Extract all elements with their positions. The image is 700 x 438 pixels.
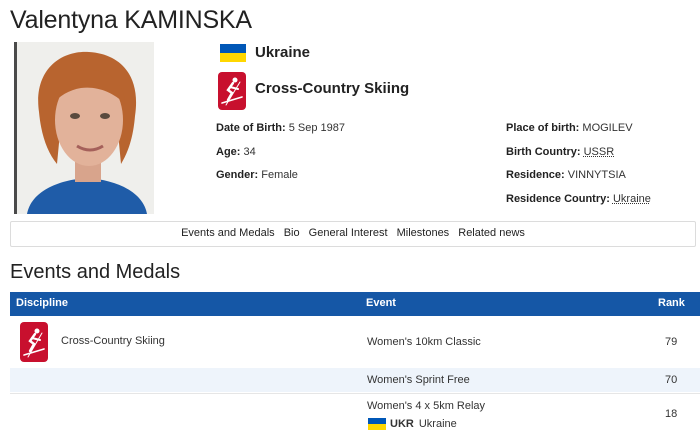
ukraine-flag-icon [220, 44, 246, 62]
birth-country-field: Birth Country: USSR [506, 146, 614, 158]
event-name[interactable]: Women's 4 x 5km Relay [367, 400, 485, 412]
cross-country-skiing-icon [20, 322, 48, 362]
event-rank: 79 [665, 336, 678, 348]
place-of-birth-field: Place of birth: MOGILEV [506, 122, 633, 134]
residence-country-label: Residence Country: [506, 193, 610, 205]
residence-field: Residence: VINNYTSIA [506, 169, 626, 181]
dob-label: Date of Birth: [216, 122, 286, 134]
profile-subnav: Events and Medals Bio General Interest M… [10, 221, 696, 247]
event-rank: 70 [665, 374, 678, 386]
team-code: UKR [390, 418, 414, 430]
gender-field: Gender: Female [216, 169, 298, 181]
dob-value: 5 Sep 1987 [288, 122, 346, 134]
age-value: 34 [243, 146, 256, 158]
column-discipline: Discipline [16, 297, 68, 309]
age-label: Age: [216, 146, 241, 158]
pob-label: Place of birth: [506, 122, 580, 134]
pob-value: MOGILEV [582, 122, 633, 134]
events-table-header: Discipline Event Rank [10, 292, 700, 316]
athlete-photo [14, 42, 154, 214]
residence-label: Residence: [506, 169, 565, 181]
event-name[interactable]: Women's Sprint Free [367, 374, 470, 386]
country-name: Ukraine [255, 44, 311, 61]
age-field: Age: 34 [216, 146, 256, 158]
nav-bio[interactable]: Bio [284, 227, 300, 239]
athlete-name: Valentyna KAMINSKA [10, 6, 252, 34]
birth-country-link[interactable]: USSR [584, 146, 615, 158]
table-row: Women's 4 x 5km Relay UKR Ukraine 18 [10, 393, 700, 438]
relay-team: UKR Ukraine [368, 418, 457, 430]
nav-events-and-medals[interactable]: Events and Medals [181, 227, 275, 239]
sport-name: Cross-Country Skiing [255, 80, 410, 97]
cross-country-skiing-icon [218, 72, 246, 110]
residence-country-link[interactable]: Ukraine [613, 193, 651, 205]
column-event: Event [366, 297, 396, 309]
ukraine-flag-icon [368, 418, 386, 430]
discipline-name[interactable]: Cross-Country Skiing [61, 335, 165, 347]
table-row: Women's Sprint Free 70 [10, 368, 700, 392]
nav-related-news[interactable]: Related news [458, 227, 525, 239]
event-name[interactable]: Women's 10km Classic [367, 336, 481, 348]
nav-general-interest[interactable]: General Interest [309, 227, 388, 239]
dob-field: Date of Birth: 5 Sep 1987 [216, 122, 345, 134]
column-rank: Rank [658, 297, 685, 309]
residence-value: VINNYTSIA [567, 169, 626, 181]
team-name: Ukraine [418, 418, 457, 430]
residence-country-field: Residence Country: Ukraine [506, 193, 651, 205]
gender-value: Female [261, 169, 298, 181]
gender-label: Gender: [216, 169, 259, 181]
birth-country-label: Birth Country: [506, 146, 581, 158]
event-rank: 18 [665, 408, 678, 420]
section-title: Events and Medals [10, 261, 181, 283]
nav-milestones[interactable]: Milestones [397, 227, 450, 239]
table-row: Cross-Country Skiing Women's 10km Classi… [10, 318, 700, 367]
